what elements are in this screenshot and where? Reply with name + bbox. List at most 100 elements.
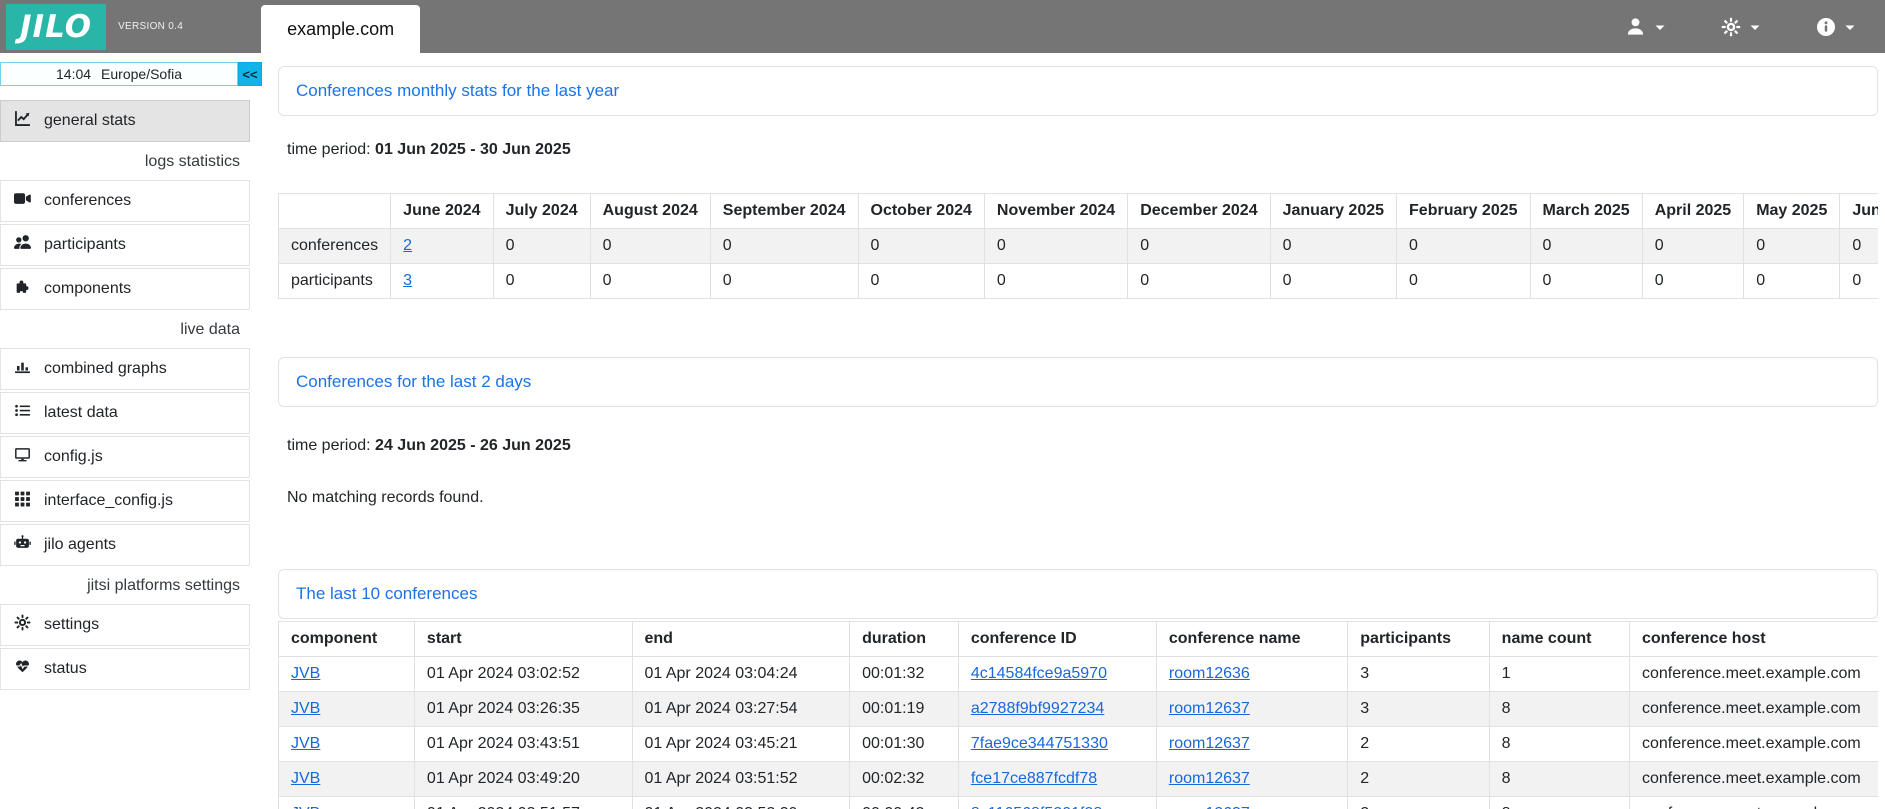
grid-icon <box>14 490 31 512</box>
table-row: JVB 01 Apr 2024 03:43:51 01 Apr 2024 03:… <box>279 727 1879 762</box>
conference-name-link[interactable]: room12637 <box>1169 770 1250 787</box>
cell-component: JVB <box>279 762 415 797</box>
sidebar-item-label: general stats <box>44 112 136 130</box>
user-menu-button[interactable] <box>1625 16 1665 37</box>
time-period-label: time period: <box>287 437 371 454</box>
sidebar-item-label: jilo agents <box>44 536 116 554</box>
month-header-cell: September 2024 <box>710 194 858 229</box>
sidebar-item-participants[interactable]: participants <box>0 224 250 266</box>
monthly-value-cell: 0 <box>710 264 858 299</box>
row-label: participants <box>279 264 391 299</box>
column-header-cell: conference ID <box>958 622 1156 657</box>
conference-name-link[interactable]: room12637 <box>1169 805 1250 809</box>
monthly-value-cell: 0 <box>1128 264 1270 299</box>
clock-time: 14:04 <box>56 66 91 82</box>
table-row-conferences: conferences 2 000000000000 <box>279 229 1879 264</box>
chevron-down-icon <box>1655 24 1665 32</box>
monthly-value-cell: 0 <box>1642 229 1743 264</box>
sidebar-section-logs-statistics: logs statistics <box>0 144 250 180</box>
monthly-value-cell: 0 <box>984 229 1127 264</box>
clock-timezone: Europe/Sofia <box>101 66 182 82</box>
version-label: VERSION 0.4 <box>118 21 183 32</box>
card-title-monthly-stats[interactable]: Conferences monthly stats for the last y… <box>278 66 1878 116</box>
monthly-value-cell: 0 <box>984 264 1127 299</box>
card-title-last-2-days[interactable]: Conferences for the last 2 days <box>278 357 1878 407</box>
sidebar-item-jilo-agents[interactable]: jilo agents <box>0 524 250 566</box>
sidebar-item-combined-graphs[interactable]: combined graphs <box>0 348 250 390</box>
component-link[interactable]: JVB <box>291 665 320 682</box>
monthly-value-cell: 0 <box>858 229 984 264</box>
sidebar-item-label: components <box>44 280 131 298</box>
sidebar-section-live-data: live data <box>0 312 250 348</box>
monthly-value-cell: 0 <box>1744 264 1840 299</box>
sidebar-item-label: combined graphs <box>44 360 167 378</box>
last10-conferences-table: componentstartenddurationconference IDco… <box>278 621 1878 809</box>
monthly-value-cell: 0 <box>710 229 858 264</box>
monthly-value-cell: 0 <box>1270 229 1396 264</box>
cell-conference-id: 8c116568f5201f28 <box>958 797 1156 809</box>
cell-conference-id: 7fae9ce344751330 <box>958 727 1156 762</box>
monthly-value-link[interactable]: 3 <box>403 272 412 289</box>
sidebar-item-label: status <box>44 660 87 678</box>
cell-conference-id: a2788f9bf9927234 <box>958 692 1156 727</box>
conference-name-link[interactable]: room12637 <box>1169 700 1250 717</box>
conference-name-link[interactable]: room12636 <box>1169 665 1250 682</box>
time-period-last2: time period: 24 Jun 2025 - 26 Jun 2025 <box>287 437 1878 455</box>
sidebar-item-status[interactable]: status <box>0 648 250 690</box>
row-label: conferences <box>279 229 391 264</box>
conference-id-link[interactable]: fce17ce887fcdf78 <box>971 770 1097 787</box>
sidebar-item-conferences[interactable]: conferences <box>0 180 250 222</box>
cell-conference-name: room12637 <box>1156 762 1347 797</box>
month-header-cell: March 2025 <box>1530 194 1642 229</box>
sidebar-item-label: settings <box>44 616 99 634</box>
conference-id-link[interactable]: 4c14584fce9a5970 <box>971 665 1107 682</box>
site-tab[interactable]: example.com <box>261 5 420 53</box>
cell-end: 01 Apr 2024 03:45:21 <box>632 727 850 762</box>
cell-duration: 00:02:32 <box>850 762 959 797</box>
conference-id-link[interactable]: 7fae9ce344751330 <box>971 735 1108 752</box>
sidebar-item-general-stats[interactable]: general stats <box>0 100 250 142</box>
monthly-value-cell: 0 <box>1840 229 1878 264</box>
month-header-cell: June 2024 <box>391 194 493 229</box>
conference-id-link[interactable]: 8c116568f5201f28 <box>971 805 1102 809</box>
cell-name-count: 8 <box>1489 797 1629 809</box>
monthly-value-cell: 0 <box>1530 229 1642 264</box>
monthly-value-cell: 0 <box>1642 264 1743 299</box>
user-icon <box>1625 16 1646 37</box>
sidebar-item-components[interactable]: components <box>0 268 250 310</box>
cell-start: 01 Apr 2024 03:49:20 <box>414 762 632 797</box>
table-row-participants: participants 3 000000000000 <box>279 264 1879 299</box>
bar-chart-icon <box>14 358 31 380</box>
component-link[interactable]: JVB <box>291 805 320 809</box>
column-header-cell: conference host <box>1629 622 1878 657</box>
component-link[interactable]: JVB <box>291 700 320 717</box>
sidebar-item-interface-config-js[interactable]: interface_config.js <box>0 480 250 522</box>
puzzle-icon <box>14 278 31 300</box>
conference-id-link[interactable]: a2788f9bf9927234 <box>971 700 1104 717</box>
app-logo[interactable]: JILO <box>6 4 106 50</box>
chevron-down-icon <box>1750 24 1760 32</box>
cell-name-count: 1 <box>1489 657 1629 692</box>
monthly-value-cell: 0 <box>1128 229 1270 264</box>
sidebar: 14:04 Europe/Sofia << general stats logs… <box>0 53 250 809</box>
settings-menu-button[interactable] <box>1721 17 1760 37</box>
sidebar-item-settings[interactable]: settings <box>0 604 250 646</box>
sidebar-item-config-js[interactable]: config.js <box>0 436 250 478</box>
topbar-menus <box>1625 0 1885 53</box>
conference-name-link[interactable]: room12637 <box>1169 735 1250 752</box>
cell-end: 01 Apr 2024 03:51:52 <box>632 762 850 797</box>
cell-name-count: 8 <box>1489 762 1629 797</box>
month-header-cell: April 2025 <box>1642 194 1743 229</box>
gear-icon <box>1721 17 1741 37</box>
monthly-value-link[interactable]: 2 <box>403 237 412 254</box>
month-header-cell: January 2025 <box>1270 194 1396 229</box>
info-menu-button[interactable] <box>1816 17 1855 37</box>
card-title-last-10-conferences[interactable]: The last 10 conferences <box>278 569 1878 619</box>
component-link[interactable]: JVB <box>291 735 320 752</box>
cell-name-count: 8 <box>1489 692 1629 727</box>
component-link[interactable]: JVB <box>291 770 320 787</box>
sidebar-item-latest-data[interactable]: latest data <box>0 392 250 434</box>
table-row: JVB 01 Apr 2024 03:02:52 01 Apr 2024 03:… <box>279 657 1879 692</box>
monitor-icon <box>14 446 31 468</box>
cell-conference-host: conference.meet.example.com <box>1629 762 1878 797</box>
